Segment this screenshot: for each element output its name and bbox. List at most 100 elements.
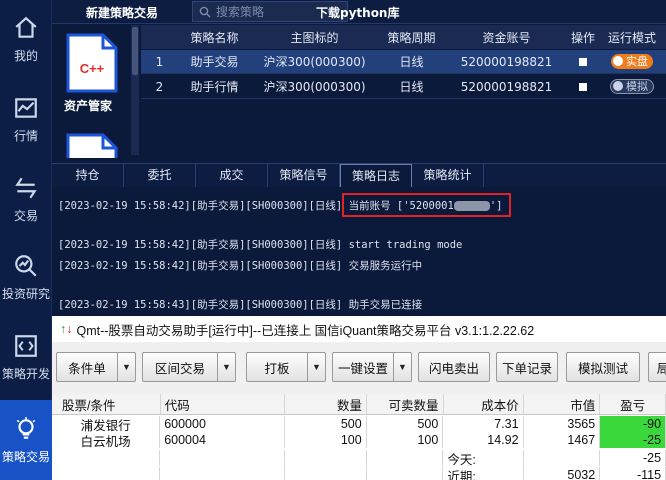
button-label: 模拟测试 [577,361,628,376]
tab-fills[interactable]: 成交 [196,164,268,187]
download-python-lib-link[interactable]: 下载python库 [316,4,399,21]
log-line: [2023-02-19 15:58:42][助手交易][SH000300][日线… [58,239,463,251]
col-code: 代码 [161,394,285,414]
strategy-file-panel: C++ 资产管家 [52,24,140,158]
col-action: 操作 [570,30,595,45]
strategy-table: 策略名称 主图标的 策略周期 资金账号 操作 运行模式 1 助手交易 沪深300… [141,24,666,158]
today-label: 今天: [443,450,524,466]
col-mode: 运行模式 [607,30,656,45]
nav-item-trade[interactable]: 交易 [0,160,52,238]
col-value: 市值 [524,394,601,414]
nav-label: 交易 [13,208,38,223]
col-qty: 数量 [285,394,367,414]
col-name: 策略名称 [190,30,239,45]
row-period: 日线 [399,55,424,69]
row-action-checkbox[interactable] [568,80,598,94]
nav-label: 策略开发 [1,366,50,381]
cpp-file-text: C++ [80,61,105,76]
cell-sellable: 500 [367,416,444,432]
positions-header: 股票/条件 代码 数量 可卖数量 成本价 市值 盈亏 [52,394,666,415]
asset-manager-label[interactable]: 资产管家 [64,97,112,114]
search-placeholder: 搜索策略 [216,5,265,19]
limit-up-button[interactable]: 打板 ▼ [246,352,326,382]
file-panel-scrollbar[interactable] [131,25,139,155]
simulation-test-button[interactable]: 模拟测试 [566,352,640,382]
tab-strategy-log[interactable]: 策略日志 [340,164,412,187]
nav-label: 策略交易 [1,449,50,464]
positions-grid: 股票/条件 代码 数量 可卖数量 成本价 市值 盈亏 浦发银行 600000 5… [52,394,666,480]
strategy-table-header: 策略名称 主图标的 策略周期 资金账号 操作 运行模式 [141,25,666,49]
col-account: 资金账号 [482,30,531,45]
mode-toggle[interactable]: 实盘 [611,53,653,69]
new-strategy-button[interactable]: 新建策略交易 [86,4,158,21]
nav-item-research[interactable]: 投资研究 [0,238,52,316]
nav-item-strategy-trade[interactable]: 策略交易 [0,400,52,480]
nav-item-mine[interactable]: 我的 [0,0,52,78]
highlight-box [342,193,511,217]
button-label: 打板 [264,361,290,376]
more-button[interactable]: 局 [648,352,666,382]
row-account: 520000198821 [460,79,553,94]
tab-orders[interactable]: 委托 [124,164,196,187]
row-name: 助手交易 [190,55,239,69]
qmt-toolbar: 条件单 ▼ 区间交易 ▼ 打板 ▼ 一键设置 ▼ 闪电卖出 下单记录 模拟测试 局 [52,352,666,384]
tab-signals[interactable]: 策略信号 [268,164,340,187]
stop-icon [579,57,587,66]
strategy-log: [2023-02-19 15:58:42][助手交易][SH000300][日线… [52,188,666,316]
table-row[interactable]: 浦发银行 600000 500 500 7.31 3565 -90 [52,416,666,432]
table-row[interactable]: 白云机场 600004 100 100 14.92 1467 -25 [52,432,666,448]
log-prefix: [2023-02-19 15:58:42][助手交易][SH000300][日线… [58,200,343,212]
nav-label: 我的 [13,48,38,63]
button-label: 条件单 [68,361,106,376]
button-label: 区间交易 [154,361,205,376]
range-trade-button[interactable]: 区间交易 ▼ [142,352,236,382]
one-click-settings-button[interactable]: 一键设置 ▼ [332,352,412,382]
second-file-icon[interactable] [65,132,119,158]
nav-label: 投资研究 [1,286,50,301]
col-sellable: 可卖数量 [367,394,444,414]
cell-qty: 500 [285,416,367,432]
mode-toggle[interactable]: 模拟 [610,78,654,94]
recent-value: 5032 [524,467,601,480]
chevron-down-icon[interactable]: ▼ [393,353,411,381]
row-name: 助手行情 [190,80,239,94]
search-icon [199,6,211,17]
bottom-tabs: 持仓 委托 成交 策略信号 策略日志 策略统计 [52,163,666,187]
row-account: 520000198821 [460,54,553,69]
mode-label: 模拟 [626,80,648,94]
chevron-down-icon[interactable]: ▼ [307,353,325,381]
col-period: 策略周期 [387,30,436,45]
cell-qty: 100 [285,432,367,448]
toggle-knob [613,56,623,67]
tab-positions[interactable]: 持仓 [52,164,124,187]
qmt-window: ↑ ↓ Qmt--股票自动交易助手[运行中]--已连接上 国信iQuant策略交易… [52,316,666,480]
qmt-title: Qmt--股票自动交易助手[运行中]--已连接上 国信iQuant策略交易平台 … [76,323,535,338]
cell-value: 3565 [524,416,601,432]
condition-order-button[interactable]: 条件单 ▼ [56,352,136,382]
cell-code: 600000 [160,416,285,432]
row-action-checkbox[interactable] [568,55,598,69]
cell-pnl: -25 [600,432,666,448]
toggle-knob [613,81,623,92]
button-label: 下单记录 [501,361,552,376]
button-label: 局 [656,361,666,376]
chevron-down-icon[interactable]: ▼ [117,353,135,381]
nav-item-market[interactable]: 行情 [0,80,52,158]
trade-icon [15,177,37,198]
tab-statistics[interactable]: 策略统计 [412,164,484,187]
cell-value: 1467 [524,432,601,448]
flash-sell-button[interactable]: 闪电卖出 [418,352,490,382]
table-row[interactable]: 1 助手交易 沪深300(000300) 日线 520000198821 实盘 [141,50,666,74]
recent-label: 近期: [443,467,524,480]
log-line: [2023-02-19 15:58:43][助手交易][SH000300][日线… [58,299,423,311]
log-line: [2023-02-19 15:58:42][助手交易][SH000300][日线… [58,260,423,272]
row-index: 2 [155,79,164,94]
table-row[interactable]: 2 助手行情 沪深300(000300) 日线 520000198821 模拟 [141,75,666,99]
chevron-down-icon[interactable]: ▼ [217,353,235,381]
scrollbar-thumb[interactable] [132,27,138,75]
order-records-button[interactable]: 下单记录 [496,352,558,382]
qmt-logo-icon: ↑ ↓ [60,322,73,336]
cpp-file-icon[interactable]: C++ [65,32,119,94]
button-label: 闪电卖出 [428,361,479,376]
nav-item-strategy-dev[interactable]: 策略开发 [0,318,52,396]
